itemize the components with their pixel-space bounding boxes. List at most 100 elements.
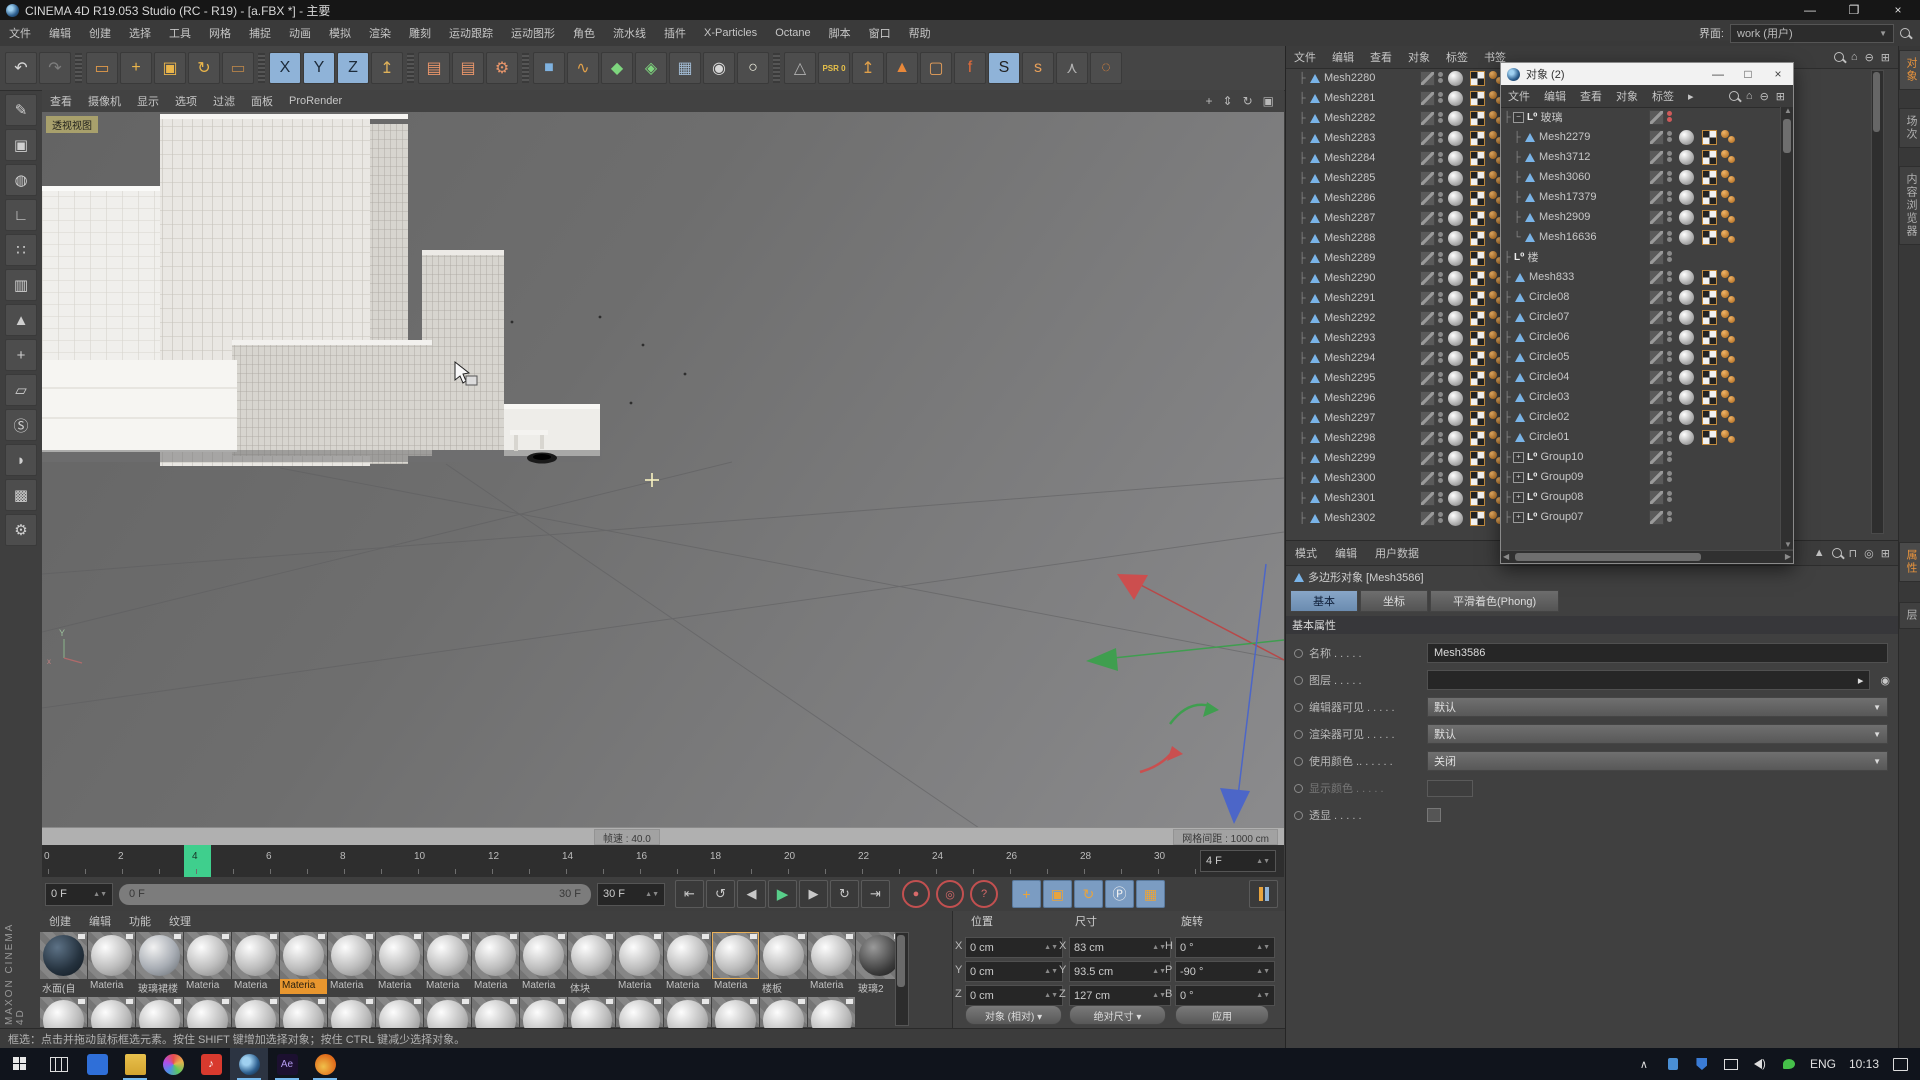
menu-item-运动跟踪[interactable]: 运动跟踪 [440, 25, 502, 41]
visibility-dots[interactable] [1438, 271, 1444, 285]
goto-start-button[interactable]: ⇤ [675, 880, 704, 908]
spinner-arrows[interactable]: ▲▼ [1152, 968, 1166, 975]
layer-toggle-icon[interactable] [1649, 230, 1664, 245]
current-frame-field[interactable]: 4 F▲▼ [1200, 850, 1276, 872]
taskbar-app-flame[interactable] [306, 1048, 344, 1080]
attr-target-icon[interactable]: ◎ [1864, 547, 1874, 560]
side-tab-内容浏览器[interactable]: 内容浏览器 [1899, 166, 1920, 245]
usb-icon[interactable] [1665, 1057, 1681, 1071]
visibility-dots[interactable] [1667, 470, 1673, 484]
menu-item-捕捉[interactable]: 捕捉 [240, 25, 280, 41]
material-tile[interactable]: Materia [424, 932, 471, 994]
menu-item-编辑[interactable]: 编辑 [1537, 88, 1573, 104]
layer-toggle-icon[interactable] [1420, 491, 1435, 506]
object-row-Group10[interactable]: ├+L⁰Group10 [1501, 447, 1779, 467]
layer-toggle-icon[interactable] [1420, 271, 1435, 286]
prev-key-button[interactable]: ↺ [706, 880, 735, 908]
menu-item-渲染[interactable]: 渲染 [360, 25, 400, 41]
visibility-dots[interactable] [1667, 210, 1673, 224]
material-tag-icon[interactable] [1679, 210, 1694, 225]
layer-toggle-icon[interactable] [1420, 91, 1435, 106]
coords-field-Y1[interactable]: 93.5 cm▲▼ [1069, 961, 1171, 982]
om-scrollbar[interactable] [1871, 70, 1884, 534]
search-objects-icon[interactable]: ◌ [1090, 52, 1122, 84]
menu-item-网格[interactable]: 网格 [200, 25, 240, 41]
texture-tag-icon[interactable] [1702, 330, 1717, 345]
material-tag-icon[interactable] [1448, 91, 1463, 106]
texture-tag-icon[interactable] [1470, 171, 1485, 186]
next-frame-button[interactable]: ▶ [799, 880, 828, 908]
material-tag-icon[interactable] [1448, 431, 1463, 446]
uvw-tag-icon[interactable] [1721, 169, 1743, 185]
taskbar-app-photos[interactable] [154, 1048, 192, 1080]
interface-select[interactable]: work (用户)▼ [1730, 24, 1894, 43]
coords-field-Z2[interactable]: 0 cm▲▼ [965, 985, 1063, 1006]
menu-item-查看[interactable]: 查看 [1573, 88, 1609, 104]
attr-select-使用颜色 ..[interactable]: 关闭▼ [1427, 751, 1888, 771]
object-row-Mesh2279[interactable]: ├Mesh2279 [1501, 127, 1779, 147]
coords-field-Y1[interactable]: 0 cm▲▼ [965, 961, 1063, 982]
keyframe-dot[interactable] [1294, 649, 1303, 658]
light-icon[interactable]: ○ [737, 52, 769, 84]
visibility-dots[interactable] [1667, 410, 1673, 424]
visibility-dots[interactable] [1438, 151, 1444, 165]
workplane-icon[interactable]: ∟ [5, 199, 37, 231]
texture-tag-icon[interactable] [1702, 210, 1717, 225]
material-tile[interactable] [664, 997, 711, 1027]
om-search-icon[interactable] [1834, 52, 1844, 62]
play-button[interactable]: ▶ [768, 880, 797, 908]
layer-toggle-icon[interactable] [1649, 290, 1664, 305]
zoom-view-icon[interactable]: ⇕ [1223, 94, 1233, 108]
visibility-dots[interactable] [1667, 150, 1673, 164]
fcurve-icon[interactable]: f [954, 52, 986, 84]
spinner-arrows[interactable]: ▲▼ [1152, 992, 1166, 999]
object-row-Circle03[interactable]: ├Circle03 [1501, 387, 1779, 407]
visibility-dots[interactable] [1667, 450, 1673, 464]
pan-view-icon[interactable]: + [1206, 94, 1213, 108]
spline-pen-icon[interactable]: ∿ [567, 52, 599, 84]
texture-tag-icon[interactable] [1470, 71, 1485, 86]
menu-item-标签[interactable]: 标签 [1645, 88, 1681, 104]
material-tile[interactable] [376, 997, 423, 1027]
menu-item-对象[interactable]: 对象 [1400, 49, 1438, 65]
spinner-arrows[interactable]: ▲▼ [1256, 944, 1270, 951]
visibility-dots[interactable] [1667, 510, 1673, 524]
keyframe-dot[interactable] [1294, 757, 1303, 766]
layer-toggle-icon[interactable] [1420, 291, 1435, 306]
material-tag-icon[interactable] [1448, 471, 1463, 486]
uvw-tag-icon[interactable] [1721, 229, 1743, 245]
texture-mode-icon[interactable]: ◍ [5, 164, 37, 196]
material-tag-icon[interactable] [1448, 171, 1463, 186]
visibility-dots[interactable] [1667, 230, 1673, 244]
material-tile[interactable]: Materia [184, 932, 231, 994]
key-position-toggle[interactable]: + [1012, 880, 1041, 908]
menu-item-查看[interactable]: 查看 [42, 93, 80, 109]
taskbar-app-aftereffects[interactable]: Ae [268, 1048, 306, 1080]
uvw-tag-icon[interactable] [1721, 349, 1743, 365]
menu-item-选择[interactable]: 选择 [120, 25, 160, 41]
material-tile[interactable] [136, 997, 183, 1027]
psr-icon[interactable]: PSR 0 [818, 52, 850, 84]
visibility-dots[interactable] [1438, 391, 1444, 405]
material-tag-icon[interactable] [1448, 131, 1463, 146]
object-row-玻璃[interactable]: ├−L⁰玻璃 [1501, 107, 1779, 127]
object-row-Group07[interactable]: ├+L⁰Group07 [1501, 507, 1779, 527]
material-tag-icon[interactable] [1679, 170, 1694, 185]
rotate-tool-icon[interactable]: ↻ [188, 52, 220, 84]
menu-item-模拟[interactable]: 模拟 [320, 25, 360, 41]
menu-item-编辑[interactable]: 编辑 [80, 913, 120, 929]
render-view-icon[interactable]: ▤ [418, 52, 450, 84]
loop-button[interactable]: ↻ [830, 880, 859, 908]
menu-item-文件[interactable]: 文件 [1501, 88, 1537, 104]
menu-item-功能[interactable]: 功能 [120, 913, 160, 929]
uvw-tag-icon[interactable] [1721, 369, 1743, 385]
object-row-Circle05[interactable]: ├Circle05 [1501, 347, 1779, 367]
material-tag-icon[interactable] [1448, 231, 1463, 246]
object-row-Mesh17379[interactable]: ├Mesh17379 [1501, 187, 1779, 207]
menu-item-流水线[interactable]: 流水线 [604, 25, 655, 41]
layer-toggle-icon[interactable] [1420, 231, 1435, 246]
floating-home-icon[interactable]: ⌂ [1746, 90, 1753, 102]
material-tag-icon[interactable] [1448, 411, 1463, 426]
material-tile[interactable]: Materia [280, 932, 327, 994]
lock-x-icon[interactable]: X [269, 52, 301, 84]
